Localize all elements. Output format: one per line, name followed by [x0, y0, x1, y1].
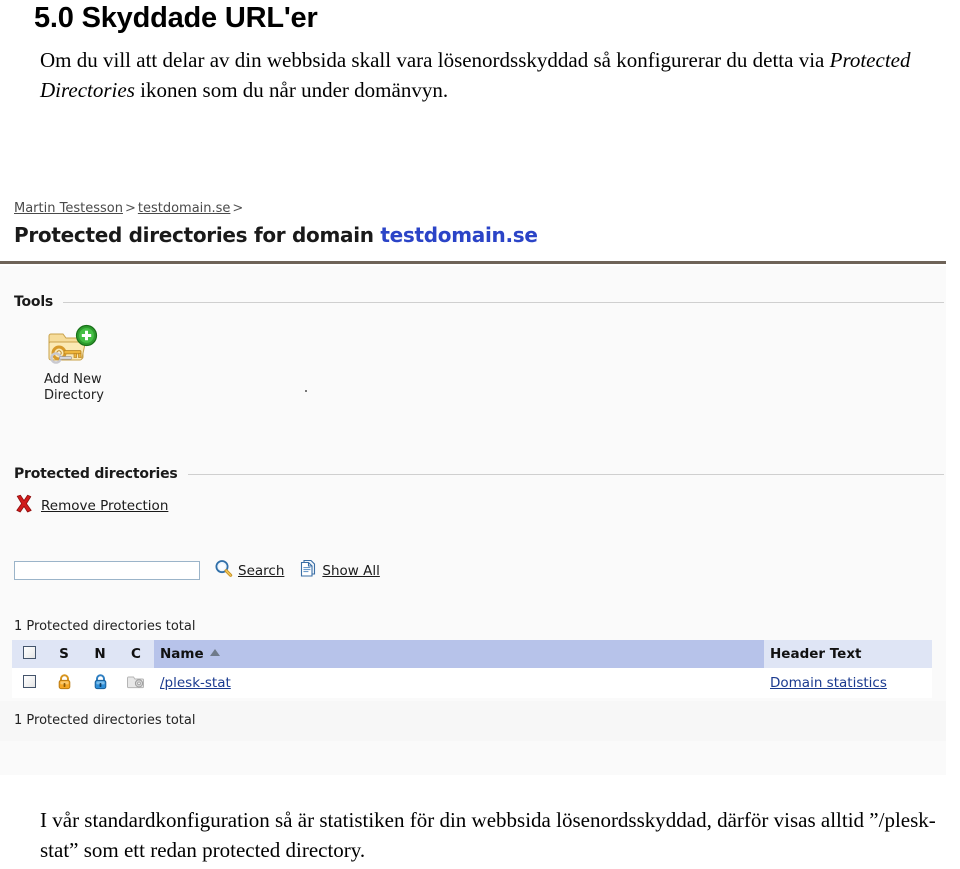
magnifier-icon — [214, 559, 233, 582]
row-name-link[interactable]: /plesk-stat — [160, 675, 231, 691]
screenshot-page-title: Protected directories for domain testdom… — [14, 223, 538, 247]
breadcrumb-item-domain[interactable]: testdomain.se — [138, 201, 231, 216]
tool-add-new-directory[interactable]: Add New Directory — [42, 324, 138, 404]
disabled-settings-icon — [127, 673, 145, 694]
table-total-bottom: 1 Protected directories total — [14, 713, 196, 728]
protected-directories-section-rule — [187, 473, 944, 475]
documents-icon — [298, 559, 317, 582]
row-header-text-cell[interactable]: Domain statistics — [764, 668, 932, 698]
breadcrumb-item-user[interactable]: Martin Testesson — [14, 201, 123, 216]
sort-ascending-icon — [209, 649, 220, 656]
row-name-cell[interactable]: /plesk-stat — [154, 668, 764, 698]
add-new-directory-icon — [47, 324, 99, 368]
row-n-cell — [82, 668, 118, 698]
column-header-name[interactable]: Name — [154, 640, 764, 668]
intro-text-line2: ikonen som du når under domänvyn. — [134, 78, 449, 102]
orange-padlock-icon — [56, 673, 73, 694]
closing-paragraph: I vår standardkonfiguration så är statis… — [40, 808, 936, 862]
row-s-cell — [46, 668, 82, 698]
remove-protection-action[interactable]: Remove Protection — [14, 494, 168, 518]
intro-paragraph: Om du vill att delar av din webbsida ska… — [40, 45, 950, 105]
row-checkbox[interactable] — [22, 674, 36, 688]
show-all-button[interactable]: Show All — [298, 559, 380, 582]
column-header-name-label: Name — [160, 646, 204, 662]
show-all-label: Show All — [322, 562, 380, 579]
tools-section-title: Tools — [14, 294, 54, 310]
search-label: Search — [238, 562, 285, 579]
tool-label-line1: Add New — [44, 372, 102, 387]
blue-padlock-icon — [92, 673, 109, 694]
intro-text-line1: Om du vill att delar av din webbsida ska… — [40, 48, 825, 72]
page-title: 5.0 Skyddade URL'er — [34, 2, 318, 34]
table-header-row: S N C Name Header Text — [12, 640, 932, 668]
column-header-c[interactable]: C — [118, 640, 154, 668]
search-toolbar: Search Show All — [14, 559, 380, 582]
column-header-s[interactable]: S — [46, 640, 82, 668]
protected-directories-section-header: Protected directories — [0, 466, 946, 482]
column-header-select-all[interactable] — [12, 640, 46, 668]
breadcrumb: Martin Testesson > testdomain.se > — [14, 201, 245, 216]
row-header-text-link[interactable]: Domain statistics — [770, 675, 887, 691]
plesk-screenshot-panel: Martin Testesson > testdomain.se > Protecte… — [0, 190, 946, 775]
protected-directories-table: S N C Name Header Text /plesk-stat Domai… — [12, 640, 932, 698]
tool-add-new-directory-label: Add New Directory — [42, 372, 138, 404]
breadcrumb-separator-2: > — [232, 201, 244, 216]
red-x-icon — [14, 494, 34, 518]
protected-directories-section-title: Protected directories — [14, 466, 178, 482]
tool-label-line2: Directory — [44, 388, 104, 403]
panel-body: Tools Add New Directory Protected direct… — [0, 266, 946, 775]
column-header-header-text[interactable]: Header Text — [764, 640, 932, 668]
tools-section-header: Tools — [0, 294, 946, 310]
remove-protection-label: Remove Protection — [41, 498, 169, 514]
screenshot-page-title-prefix: Protected directories for domain — [14, 223, 381, 247]
select-all-checkbox[interactable] — [22, 645, 36, 659]
table-total-top: 1 Protected directories total — [14, 619, 196, 634]
search-input[interactable] — [14, 561, 200, 580]
screenshot-page-title-domain: testdomain.se — [380, 223, 538, 247]
tools-section-rule — [63, 301, 944, 303]
table-row: /plesk-stat Domain statistics — [12, 668, 932, 698]
heading-divider — [0, 261, 946, 264]
breadcrumb-separator-1: > — [124, 201, 136, 216]
row-c-cell — [118, 668, 154, 698]
row-select-cell[interactable] — [12, 668, 46, 698]
column-header-n[interactable]: N — [82, 640, 118, 668]
search-button[interactable]: Search — [214, 559, 284, 582]
decorative-dot — [305, 390, 307, 392]
